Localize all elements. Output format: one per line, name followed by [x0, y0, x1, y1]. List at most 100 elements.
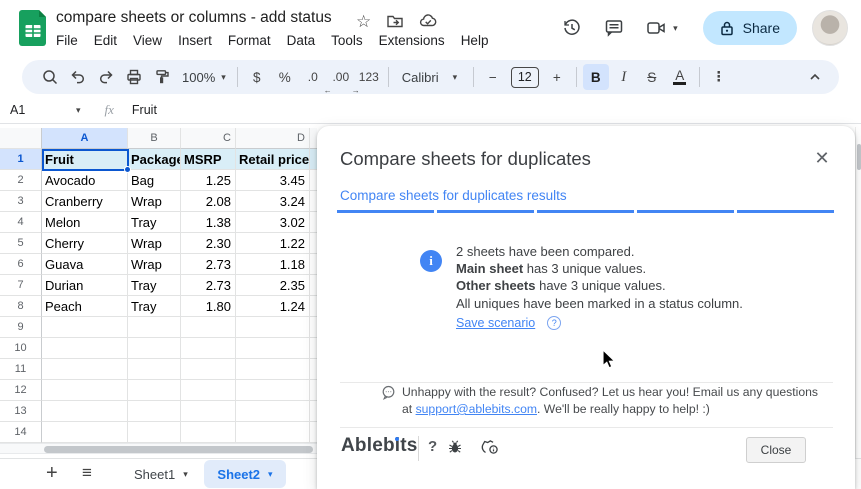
cell[interactable]: [310, 212, 317, 233]
row-number[interactable]: 2: [0, 170, 42, 191]
horizontal-scrollbar-thumb[interactable]: [44, 446, 313, 453]
row-number[interactable]: 8: [0, 296, 42, 317]
menu-format[interactable]: Format: [220, 31, 279, 50]
row-number[interactable]: 1: [0, 149, 42, 170]
cell[interactable]: Wrap: [128, 191, 181, 212]
cell[interactable]: [310, 317, 317, 338]
font-size-input[interactable]: 12: [510, 66, 539, 88]
column-header-b[interactable]: B: [128, 128, 181, 149]
cell[interactable]: [236, 422, 310, 443]
close-button[interactable]: Close: [746, 437, 806, 463]
cell[interactable]: [310, 422, 317, 443]
italic-button[interactable]: I: [611, 64, 637, 90]
text-color-button[interactable]: A: [667, 64, 693, 90]
menu-view[interactable]: View: [125, 31, 170, 50]
row-number[interactable]: 9: [0, 317, 42, 338]
row-number[interactable]: 4: [0, 212, 42, 233]
cell[interactable]: [128, 380, 181, 401]
comments-icon[interactable]: [604, 18, 624, 38]
column-header-c[interactable]: C: [181, 128, 236, 149]
cell[interactable]: [310, 191, 317, 212]
increase-decimal-button[interactable]: .00 →: [328, 64, 359, 95]
save-scenario-link[interactable]: Save scenario: [456, 316, 535, 330]
cell[interactable]: [310, 233, 317, 254]
cell[interactable]: 3.45: [236, 170, 310, 191]
cell[interactable]: [310, 338, 317, 359]
cell[interactable]: [181, 422, 236, 443]
format-currency-button[interactable]: $: [244, 64, 270, 90]
cell[interactable]: [310, 170, 317, 191]
cell-b1[interactable]: Package: [128, 149, 181, 170]
cell[interactable]: Cherry: [42, 233, 128, 254]
menu-file[interactable]: File: [48, 31, 86, 50]
cell[interactable]: [181, 401, 236, 422]
avatar[interactable]: [812, 10, 848, 46]
cell[interactable]: [236, 401, 310, 422]
cell[interactable]: Tray: [128, 296, 181, 317]
cell[interactable]: [42, 401, 128, 422]
cell[interactable]: 1.24: [236, 296, 310, 317]
undo-icon[interactable]: [65, 64, 91, 90]
cell[interactable]: [128, 359, 181, 380]
cell-a1[interactable]: Fruit: [42, 149, 128, 170]
consent-hand-info-icon[interactable]: [479, 436, 501, 456]
name-box[interactable]: A1: [0, 103, 76, 117]
meet-video-icon[interactable]: ▾: [646, 18, 678, 38]
name-box-caret-icon[interactable]: ▾: [76, 105, 81, 115]
cell[interactable]: Melon: [42, 212, 128, 233]
menu-help[interactable]: Help: [453, 31, 497, 50]
cell[interactable]: Tray: [128, 212, 181, 233]
decrease-decimal-button[interactable]: .0 ←: [300, 64, 332, 95]
strikethrough-button[interactable]: S: [639, 64, 665, 90]
row-number[interactable]: 14: [0, 422, 42, 443]
cell[interactable]: [310, 296, 317, 317]
more-toolbar-button[interactable]: ⋮: [706, 64, 732, 90]
column-header-e[interactable]: [310, 128, 317, 149]
menu-data[interactable]: Data: [279, 31, 324, 50]
cell[interactable]: [310, 401, 317, 422]
menu-extensions[interactable]: Extensions: [371, 31, 453, 50]
vertical-scrollbar-thumb[interactable]: [857, 144, 861, 170]
redo-icon[interactable]: [93, 64, 119, 90]
cell[interactable]: [42, 338, 128, 359]
cell[interactable]: 1.38: [181, 212, 236, 233]
cell[interactable]: Wrap: [128, 233, 181, 254]
version-history-icon[interactable]: [562, 18, 582, 38]
sheet1-caret-icon[interactable]: ▾: [183, 470, 188, 479]
cell[interactable]: Durian: [42, 275, 128, 296]
cell[interactable]: [42, 359, 128, 380]
cell[interactable]: Guava: [42, 254, 128, 275]
cell[interactable]: [42, 317, 128, 338]
cell-d1[interactable]: Retail price: [236, 149, 310, 170]
menu-insert[interactable]: Insert: [170, 31, 220, 50]
star-icon[interactable]: ☆: [356, 12, 371, 32]
cell[interactable]: 2.08: [181, 191, 236, 212]
cloud-status-icon[interactable]: [419, 12, 438, 32]
cell[interactable]: 2.35: [236, 275, 310, 296]
cell[interactable]: Peach: [42, 296, 128, 317]
cell[interactable]: 1.18: [236, 254, 310, 275]
move-folder-icon[interactable]: [386, 12, 404, 32]
meet-caret-icon[interactable]: ▾: [673, 23, 678, 33]
cell[interactable]: [128, 422, 181, 443]
select-all-corner[interactable]: [0, 128, 42, 149]
row-number[interactable]: 11: [0, 359, 42, 380]
paint-format-icon[interactable]: [149, 64, 175, 90]
results-link[interactable]: Compare sheets for duplicates results: [340, 188, 567, 203]
ablebits-logo[interactable]: Ablebits: [341, 435, 418, 457]
cell[interactable]: [236, 338, 310, 359]
cell[interactable]: Wrap: [128, 254, 181, 275]
fill-handle[interactable]: [124, 166, 131, 173]
menu-tools[interactable]: Tools: [323, 31, 371, 50]
cell[interactable]: [42, 422, 128, 443]
cell[interactable]: [181, 317, 236, 338]
row-number[interactable]: 6: [0, 254, 42, 275]
row-number[interactable]: 12: [0, 380, 42, 401]
bold-button[interactable]: B: [582, 64, 609, 90]
help-circle-icon[interactable]: ?: [547, 316, 562, 330]
cell[interactable]: [236, 359, 310, 380]
cell[interactable]: 1.25: [181, 170, 236, 191]
row-number[interactable]: 13: [0, 401, 42, 422]
cell[interactable]: [181, 380, 236, 401]
add-sheet-button[interactable]: +: [46, 462, 58, 485]
